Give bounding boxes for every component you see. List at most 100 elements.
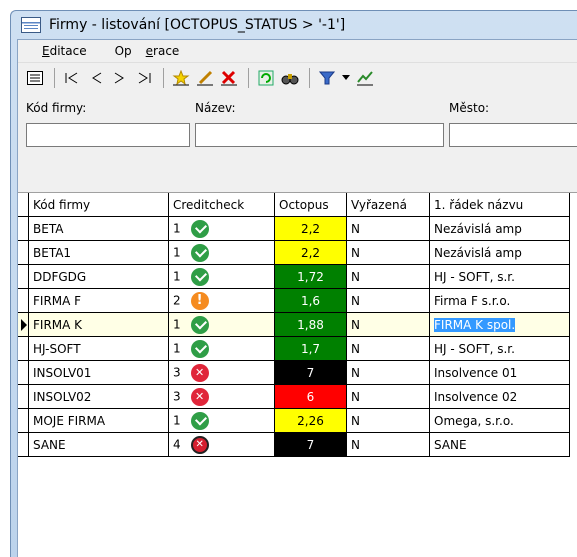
cell-nazev[interactable]: Firma F s.r.o. — [429, 288, 570, 313]
first-record-icon[interactable] — [61, 67, 83, 89]
cell-vyrazena[interactable]: N — [346, 264, 430, 289]
table-row[interactable]: FIRMA F 2 1,6N Firma F s.r.o. — [18, 288, 570, 313]
new-record-icon[interactable] — [170, 67, 192, 89]
toolbar-separator — [54, 68, 55, 88]
table-row[interactable]: MOJE FIRMA 1 2,26 N Omega, s.r.o. — [18, 408, 570, 433]
cell-vyrazena[interactable]: N — [346, 216, 430, 241]
refresh-icon[interactable] — [255, 67, 277, 89]
cell-octopus[interactable]: 2,2 — [274, 240, 347, 265]
cell-creditcheck[interactable]: 1 — [168, 216, 275, 241]
row-indicator[interactable] — [18, 240, 29, 265]
cell-nazev[interactable]: HJ - SOFT, s.r. — [429, 336, 570, 361]
cell-nazev[interactable]: Insolvence 01 — [429, 360, 570, 385]
cell-vyrazena[interactable]: N — [346, 288, 430, 313]
check-circle-icon — [190, 411, 209, 430]
export-chart-icon[interactable] — [354, 67, 376, 89]
table-row[interactable]: FIRMA K 1 1,88 N FIRMA K spol. — [18, 312, 570, 337]
check-circle-icon — [190, 267, 209, 286]
table-row[interactable]: INSOLV02 3 6N Insolvence 02 — [18, 384, 570, 409]
cell-nazev[interactable]: Insolvence 02 — [429, 384, 570, 409]
cell-octopus[interactable]: 7 — [274, 360, 347, 385]
row-indicator[interactable] — [18, 360, 29, 385]
row-indicator[interactable] — [18, 312, 29, 337]
last-record-icon[interactable] — [133, 67, 155, 89]
edit-record-icon[interactable] — [194, 67, 216, 89]
cell-creditcheck[interactable]: 4 — [168, 432, 275, 457]
cell-nazev-text: HJ - SOFT, s.r. — [434, 341, 515, 356]
mesto-input[interactable] — [449, 123, 577, 147]
chevron-down-icon[interactable] — [340, 67, 352, 89]
table-row[interactable]: DDFGDG 1 1,72 N HJ - SOFT, s.r. — [18, 264, 570, 289]
cell-kod-firmy[interactable]: SANE — [28, 432, 169, 457]
next-record-icon[interactable] — [109, 67, 131, 89]
cell-vyrazena[interactable]: N — [346, 360, 430, 385]
cell-kod-firmy[interactable]: HJ-SOFT — [28, 336, 169, 361]
list-view-icon[interactable] — [24, 67, 46, 89]
cell-kod-firmy[interactable]: FIRMA F — [28, 288, 169, 313]
col-header-vyrazena[interactable]: Vyřazená — [346, 193, 430, 217]
menu-operace[interactable]: Op erace — [115, 44, 194, 58]
col-header-octopus[interactable]: Octopus — [274, 193, 347, 217]
table-row[interactable]: BETA1 1 2,2 N Nezávislá amp — [18, 240, 570, 265]
cell-octopus[interactable]: 2,2 — [274, 216, 347, 241]
row-indicator[interactable] — [18, 384, 29, 409]
cell-vyrazena[interactable]: N — [346, 432, 430, 457]
cell-creditcheck[interactable]: 3 — [168, 360, 275, 385]
cell-creditcheck[interactable]: 3 — [168, 384, 275, 409]
cell-kod-firmy[interactable]: MOJE FIRMA — [28, 408, 169, 433]
table-row[interactable]: INSOLV01 3 7N Insolvence 01 — [18, 360, 570, 385]
row-indicator[interactable] — [18, 288, 29, 313]
cell-nazev[interactable]: Nezávislá amp — [429, 240, 570, 265]
cell-vyrazena[interactable]: N — [346, 384, 430, 409]
cell-vyrazena[interactable]: N — [346, 336, 430, 361]
row-indicator[interactable] — [18, 408, 29, 433]
col-header-creditcheck[interactable]: Creditcheck — [168, 193, 275, 217]
cell-kod-firmy[interactable]: INSOLV02 — [28, 384, 169, 409]
cell-kod-firmy[interactable]: INSOLV01 — [28, 360, 169, 385]
table-row[interactable]: SANE 4 7N SANE — [18, 432, 570, 457]
cell-nazev[interactable]: Nezávislá amp — [429, 216, 570, 241]
cell-octopus[interactable]: 1,7 — [274, 336, 347, 361]
col-header-kod-firmy[interactable]: Kód firmy — [28, 193, 169, 217]
kod-firmy-input[interactable] — [26, 123, 190, 147]
filter-icon[interactable] — [316, 67, 338, 89]
cell-vyrazena[interactable]: N — [346, 312, 430, 337]
find-icon[interactable] — [279, 67, 301, 89]
current-row-arrow-icon — [21, 318, 27, 331]
row-indicator[interactable] — [18, 432, 29, 457]
cell-creditcheck[interactable]: 1 — [168, 264, 275, 289]
cell-creditcheck[interactable]: 1 — [168, 240, 275, 265]
cell-creditcheck[interactable]: 1 — [168, 312, 275, 337]
row-indicator[interactable] — [18, 216, 29, 241]
cell-vyrazena[interactable]: N — [346, 240, 430, 265]
cell-octopus[interactable]: 1,88 — [274, 312, 347, 337]
menu-editace[interactable]: Editace — [28, 44, 101, 58]
cell-octopus[interactable]: 2,26 — [274, 408, 347, 433]
table-row[interactable]: HJ-SOFT 1 1,7 N HJ - SOFT, s.r. — [18, 336, 570, 361]
table-row[interactable]: BETA 1 2,2 N Nezávislá amp — [18, 216, 570, 241]
cell-kod-firmy[interactable]: BETA1 — [28, 240, 169, 265]
cell-octopus[interactable]: 6 — [274, 384, 347, 409]
creditcheck-value: 1 — [173, 317, 181, 331]
cell-creditcheck[interactable]: 1 — [168, 336, 275, 361]
cell-kod-firmy[interactable]: DDFGDG — [28, 264, 169, 289]
cell-nazev[interactable]: HJ - SOFT, s.r. — [429, 264, 570, 289]
nazev-input[interactable] — [195, 123, 444, 147]
cell-creditcheck[interactable]: 1 — [168, 408, 275, 433]
row-indicator[interactable] — [18, 336, 29, 361]
cell-nazev[interactable]: FIRMA K spol. — [429, 312, 570, 337]
cell-octopus[interactable]: 1,6 — [274, 288, 347, 313]
cell-octopus[interactable]: 7 — [274, 432, 347, 457]
delete-record-icon[interactable] — [218, 67, 240, 89]
cell-kod-firmy[interactable]: FIRMA K — [28, 312, 169, 337]
row-indicator[interactable] — [18, 264, 29, 289]
cell-octopus[interactable]: 1,72 — [274, 264, 347, 289]
col-header-nazev[interactable]: 1. řádek názvu — [429, 193, 570, 217]
cell-kod-firmy[interactable]: BETA — [28, 216, 169, 241]
title-bar[interactable]: Firmy - listování [OCTOPUS_STATUS > '-1'… — [11, 11, 577, 39]
cell-vyrazena[interactable]: N — [346, 408, 430, 433]
prev-record-icon[interactable] — [85, 67, 107, 89]
cell-nazev[interactable]: SANE — [429, 432, 570, 457]
cell-creditcheck[interactable]: 2 — [168, 288, 275, 313]
cell-nazev[interactable]: Omega, s.r.o. — [429, 408, 570, 433]
